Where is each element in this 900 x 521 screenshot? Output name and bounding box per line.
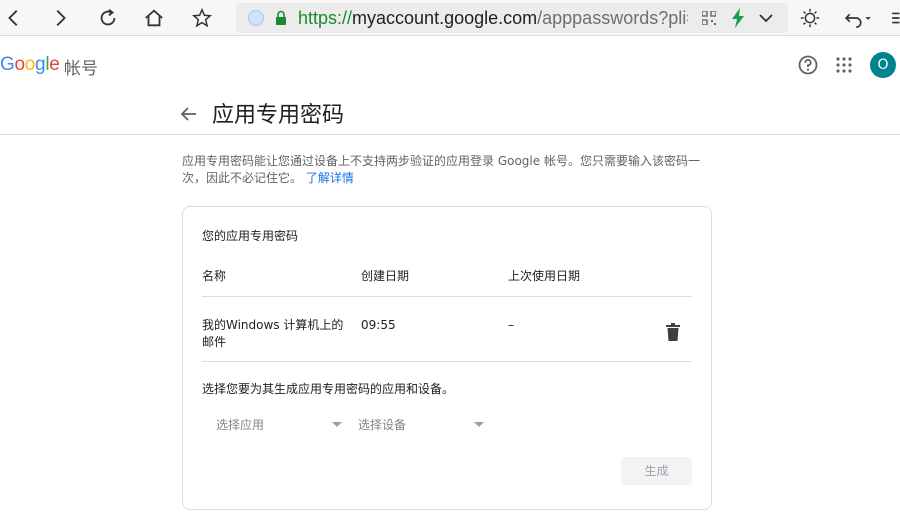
apps-grid-icon[interactable]: [836, 57, 852, 73]
bookmark-star-icon[interactable]: [188, 4, 216, 32]
select-device-label: 选择设备: [358, 418, 407, 432]
lightning-icon[interactable]: [730, 8, 746, 28]
description-text: 应用专用密码能让您通过设备上不支持两步验证的应用登录 Google 帐号。您只需…: [182, 154, 700, 185]
forward-nav-icon[interactable]: [46, 4, 74, 32]
dropdown-caret-icon: [332, 422, 342, 427]
chevron-down-icon[interactable]: [758, 11, 774, 25]
page-title-bar: 应用专用密码: [0, 95, 900, 135]
select-app-dropdown[interactable]: 选择应用: [202, 413, 342, 435]
browser-toolbar: https://myaccount.google.com/apppassword…: [0, 0, 900, 36]
qr-code-icon[interactable]: [702, 11, 716, 25]
row-created-cell: 09:55: [361, 318, 396, 332]
delete-trash-icon[interactable]: [666, 323, 680, 341]
page-title: 应用专用密码: [212, 103, 345, 128]
brightness-icon[interactable]: [796, 4, 824, 32]
lock-icon: [276, 10, 286, 25]
google-header: Google 帐号 O: [0, 37, 900, 95]
select-app-label: 选择应用: [216, 418, 265, 432]
dropdown-caret-icon: [474, 422, 484, 427]
back-nav-icon[interactable]: [0, 4, 28, 32]
divider: [202, 296, 692, 297]
column-header-name: 名称: [202, 269, 227, 283]
reload-icon[interactable]: [94, 4, 122, 32]
product-name: 帐号: [64, 59, 98, 79]
card-title: 您的应用专用密码: [202, 229, 299, 243]
undo-menu-icon[interactable]: [840, 4, 876, 32]
back-arrow-icon[interactable]: [178, 103, 200, 125]
page-description: 应用专用密码能让您通过设备上不支持两步验证的应用登录 Google 帐号。您只需…: [182, 153, 712, 187]
home-icon[interactable]: [140, 4, 168, 32]
menu-icon[interactable]: [888, 4, 900, 32]
help-icon[interactable]: [798, 55, 818, 75]
avatar[interactable]: O: [870, 52, 896, 78]
row-name-cell: 我的Windows 计算机上的邮件: [202, 318, 344, 349]
url-text: https://myaccount.google.com/apppassword…: [298, 8, 688, 28]
row-last-used-cell: –: [508, 318, 514, 332]
address-bar[interactable]: https://myaccount.google.com/apppassword…: [236, 3, 788, 33]
google-logo[interactable]: Google: [0, 54, 60, 76]
column-header-last-used: 上次使用日期: [508, 269, 581, 283]
select-prompt: 选择您要为其生成应用专用密码的应用和设备。: [202, 382, 455, 396]
generate-button[interactable]: 生成: [621, 457, 692, 485]
app-passwords-card: 您的应用专用密码 名称 创建日期 上次使用日期 我的Windows 计算机上的邮…: [182, 206, 712, 510]
learn-more-link[interactable]: 了解详情: [306, 171, 354, 185]
divider: [202, 361, 692, 362]
column-header-created: 创建日期: [361, 269, 410, 283]
select-device-dropdown[interactable]: 选择设备: [344, 413, 484, 435]
site-globe-icon: [248, 10, 264, 26]
